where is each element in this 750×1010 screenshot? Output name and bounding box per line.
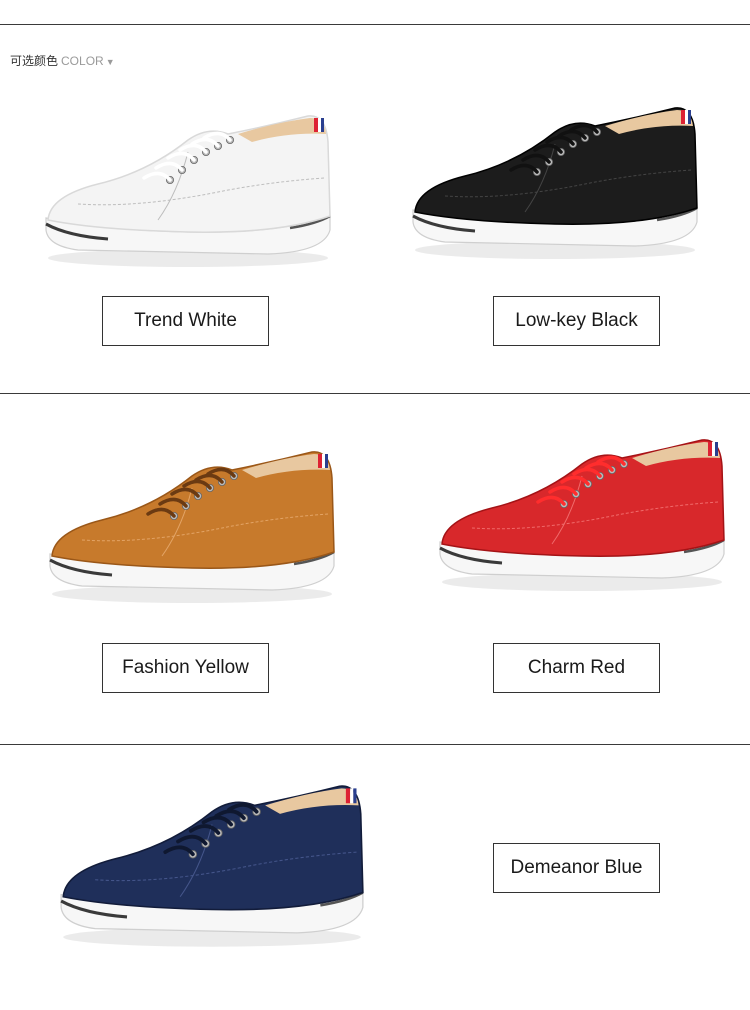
color-section-header: 可选颜色 COLOR ▼: [10, 52, 115, 69]
shoe-heel-tab-white: [685, 110, 688, 124]
shoe-heel-tab-red: [681, 110, 685, 124]
shoe-heel-tab-white: [350, 788, 354, 804]
shoe-heel-tab-blue: [321, 118, 324, 132]
shoe-heel-tab-blue: [715, 442, 718, 456]
header-title-cn: 可选颜色: [10, 54, 59, 68]
color-option-label: Low-key Black: [515, 310, 638, 331]
top-divider: [0, 24, 750, 25]
shoe-image-yellow[interactable]: [42, 448, 342, 608]
shoe-heel-tab-white: [318, 118, 321, 132]
color-option-blue[interactable]: Demeanor Blue: [493, 843, 660, 893]
row-divider: [0, 744, 750, 745]
shoe-image-black[interactable]: [405, 104, 705, 264]
row-divider: [0, 393, 750, 394]
caret-down-icon: ▼: [105, 57, 115, 67]
color-option-red[interactable]: Charm Red: [493, 643, 660, 693]
shoe-heel-tab-white: [712, 442, 715, 456]
shoe-heel-tab-blue: [688, 110, 691, 124]
color-option-label: Fashion Yellow: [122, 657, 249, 678]
color-option-white[interactable]: Trend White: [102, 296, 269, 346]
color-option-label: Trend White: [134, 310, 237, 331]
shoe-heel-tab-red: [708, 442, 712, 456]
color-option-black[interactable]: Low-key Black: [493, 296, 660, 346]
shoe-heel-tab-red: [318, 454, 322, 468]
color-option-label: Demeanor Blue: [510, 857, 643, 878]
shoe-image-red[interactable]: [432, 436, 732, 596]
shoe-heel-tab-red: [314, 118, 318, 132]
shoe-heel-tab-blue: [353, 788, 357, 804]
shoe-heel-tab-white: [322, 454, 325, 468]
color-option-label: Charm Red: [527, 657, 626, 678]
shoe-image-white[interactable]: [38, 112, 338, 272]
header-title-en: COLOR: [61, 54, 104, 68]
color-option-yellow[interactable]: Fashion Yellow: [102, 643, 269, 693]
shoe-image-blue[interactable]: [52, 782, 372, 952]
shoe-heel-tab-blue: [325, 454, 328, 468]
shoe-heel-tab-red: [345, 788, 351, 804]
